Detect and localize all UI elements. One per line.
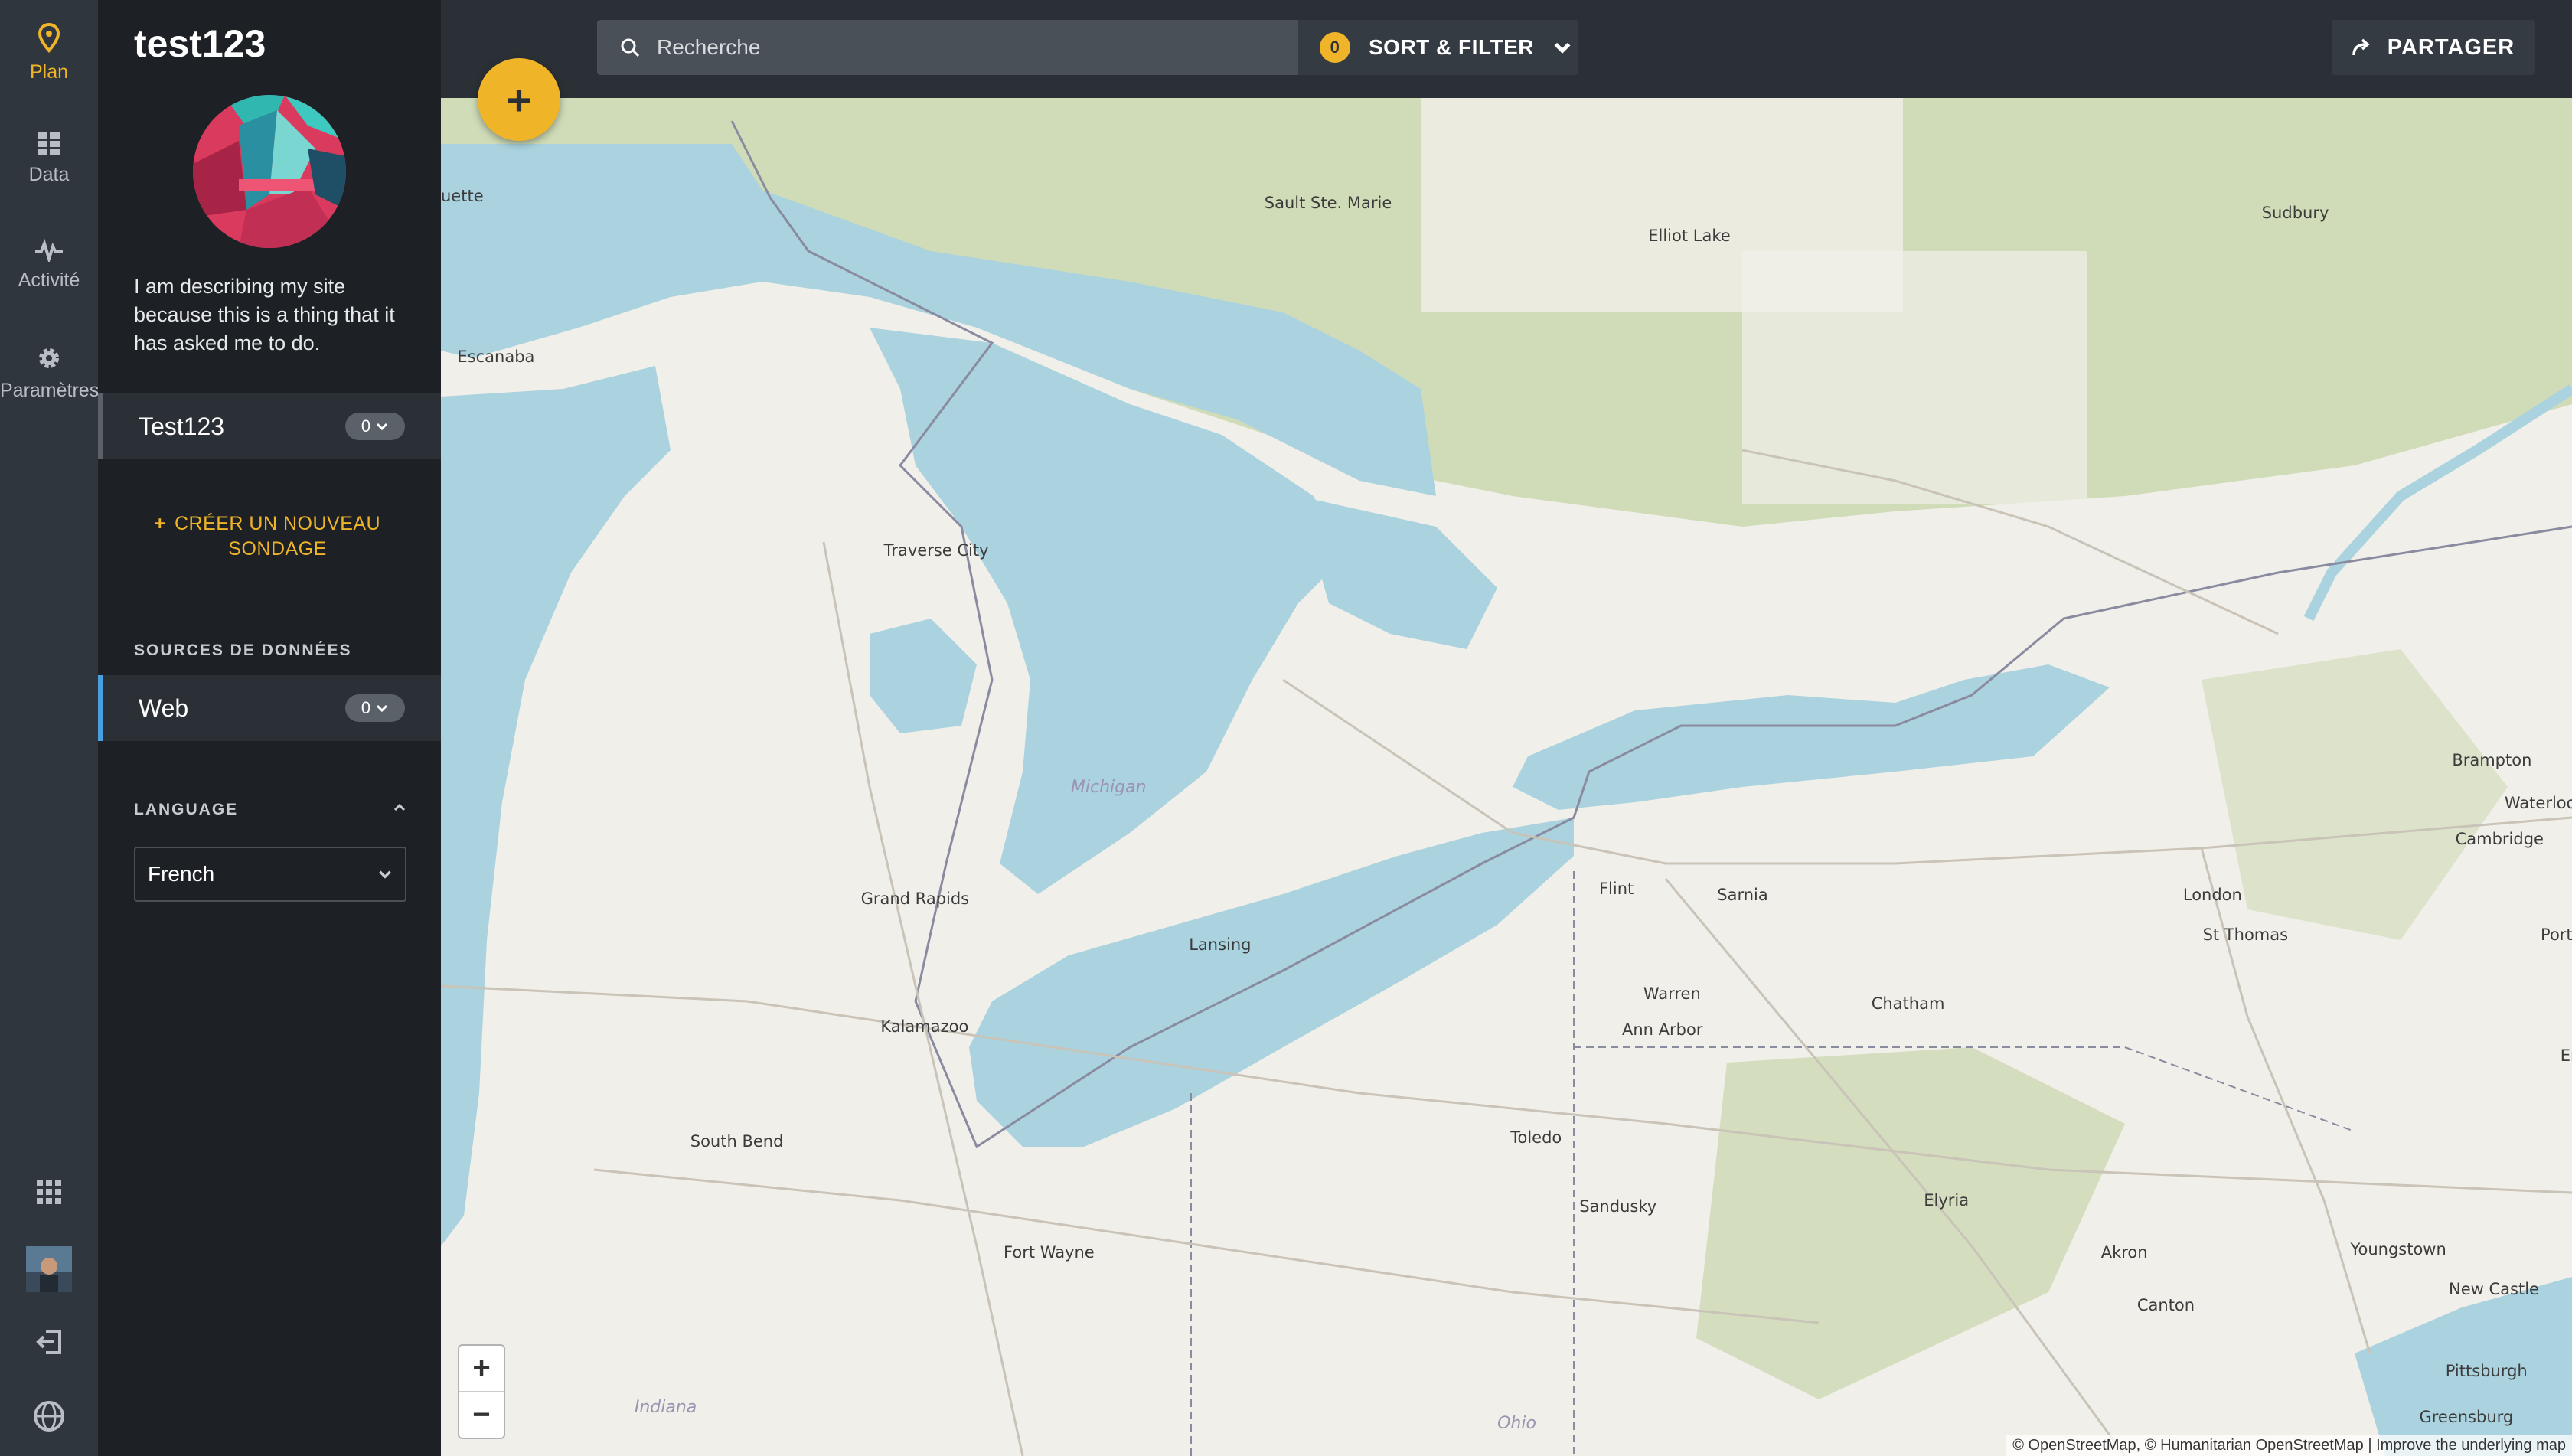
sort-filter-label: SORT & FILTER xyxy=(1369,35,1534,59)
map-pin-icon xyxy=(38,23,60,53)
map-view[interactable]: Sault Ste. MarieElliot LakeSudburyNorth … xyxy=(441,98,2572,1456)
share-button[interactable]: PARTAGER xyxy=(2332,20,2535,75)
chevron-down-icon xyxy=(377,423,388,431)
map-city-label: Waterloo xyxy=(2504,794,2572,813)
map-city-label: Elyria xyxy=(1924,1190,1970,1210)
rail-item-label: Activité xyxy=(18,269,80,291)
globe-button[interactable] xyxy=(0,1399,98,1433)
create-survey-button[interactable]: + CRÉER UN NOUVEAU SONDAGE xyxy=(98,511,441,562)
rail-item-label: Paramètres xyxy=(0,380,100,401)
map-city-label: Erie xyxy=(2560,1046,2572,1066)
language-heading[interactable]: LANGUAGE xyxy=(134,801,406,819)
grid-list-icon xyxy=(38,132,60,155)
language-select[interactable]: French xyxy=(134,847,406,902)
map-region-label: Indiana xyxy=(634,1397,697,1417)
create-survey-label: CRÉER UN NOUVEAU SONDAGE xyxy=(174,513,381,560)
survey-label: Test123 xyxy=(139,412,225,440)
filter-count-badge: 0 xyxy=(1320,32,1350,63)
chevron-down-icon xyxy=(1554,42,1571,54)
globe-icon xyxy=(34,1401,64,1432)
map-city-label: Fort Wayne xyxy=(1004,1243,1095,1262)
rail-item-label: Data xyxy=(28,164,70,185)
map-city-label: Sudbury xyxy=(2261,203,2329,222)
zoom-in-button[interactable]: + xyxy=(459,1346,504,1392)
survey-item-test123[interactable]: Test123 0 xyxy=(98,393,441,459)
map-city-label: Kalamazoo xyxy=(880,1017,969,1036)
site-avatar xyxy=(193,95,346,248)
chevron-up-icon xyxy=(393,803,406,811)
share-arrow-icon xyxy=(2352,38,2370,56)
web-count-badge[interactable]: 0 xyxy=(345,694,405,722)
language-value: French xyxy=(148,862,215,886)
map-city-label: Akron xyxy=(2100,1243,2148,1262)
top-bar: 0 SORT & FILTER PARTAGER xyxy=(441,0,2572,98)
map-city-label: London xyxy=(2182,886,2242,905)
data-sources-heading: SOURCES DE DONNÉES xyxy=(134,641,352,659)
rail-item-data[interactable]: Data xyxy=(0,130,98,186)
language-heading-label: LANGUAGE xyxy=(134,801,239,818)
chevron-down-icon xyxy=(379,870,391,879)
rail-item-label: Plan xyxy=(29,61,69,83)
map-city-label: Sarnia xyxy=(1717,886,1768,905)
site-title: test123 xyxy=(134,22,266,65)
apps-grid-button[interactable] xyxy=(0,1179,98,1205)
map-city-label: St Thomas xyxy=(2202,925,2289,944)
map-city-label: New Castle xyxy=(2449,1279,2539,1298)
sort-filter-button[interactable]: 0 SORT & FILTER xyxy=(1298,20,1578,75)
rail-item-plan[interactable]: Plan xyxy=(0,23,98,83)
map-city-label: South Bend xyxy=(690,1131,784,1151)
data-source-label: Web xyxy=(139,694,189,722)
map-city-label: Warren xyxy=(1643,984,1701,1003)
add-point-button[interactable]: + xyxy=(478,58,560,141)
zoom-control: + − xyxy=(458,1344,505,1439)
map-attribution[interactable]: © OpenStreetMap, © Humanitarian OpenStre… xyxy=(2006,1435,2572,1456)
map-city-label: Elliot Lake xyxy=(1648,226,1731,245)
map-city-label: Pittsburgh xyxy=(2445,1361,2528,1380)
map-city-label: Chatham xyxy=(1871,994,1945,1013)
user-avatar[interactable] xyxy=(0,1246,98,1292)
map-city-label: Sault Ste. Marie xyxy=(1264,193,1392,212)
search-input[interactable] xyxy=(657,35,1269,60)
search-box[interactable] xyxy=(597,20,1298,75)
logout-button[interactable] xyxy=(0,1329,98,1355)
map-city-label: Toledo xyxy=(1510,1128,1562,1147)
rail-item-activite[interactable]: Activité xyxy=(0,239,98,292)
gear-icon xyxy=(39,348,59,368)
pulse-icon xyxy=(35,239,63,262)
map-base-layer xyxy=(441,98,2572,1456)
site-panel: test123 I am describing my site because … xyxy=(98,0,441,1456)
map-city-label: Escanaba xyxy=(457,348,535,367)
data-source-web[interactable]: Web 0 xyxy=(98,675,441,741)
map-city-label: Flint xyxy=(1598,879,1634,898)
survey-count-badge[interactable]: 0 xyxy=(345,413,405,440)
search-icon xyxy=(621,38,640,57)
map-city-label: Lansing xyxy=(1189,935,1252,954)
map-city-label: Cambridge xyxy=(2455,830,2544,849)
rail-item-parametres[interactable]: Paramètres xyxy=(0,344,100,402)
user-avatar-image xyxy=(26,1246,72,1292)
chevron-down-icon xyxy=(377,704,388,713)
apps-grid-icon xyxy=(37,1180,61,1204)
site-avatar-image xyxy=(193,95,346,248)
map-region-label: Ohio xyxy=(1497,1414,1536,1434)
map-city-label: Sandusky xyxy=(1579,1197,1657,1216)
logout-icon xyxy=(36,1330,61,1354)
plus-icon: + xyxy=(154,513,166,534)
map-city-label: Brampton xyxy=(2452,751,2532,770)
web-count: 0 xyxy=(361,698,371,717)
site-description: I am describing my site because this is … xyxy=(134,275,395,354)
map-city-label: Traverse City xyxy=(883,541,989,560)
zoom-out-button[interactable]: − xyxy=(459,1392,504,1438)
share-label: PARTAGER xyxy=(2387,34,2515,60)
map-city-label: Ann Arbor xyxy=(1621,1020,1703,1039)
map-city-label: Grand Rapids xyxy=(860,889,970,908)
survey-count: 0 xyxy=(361,416,371,436)
map-city-label: Greensburg xyxy=(2419,1407,2514,1426)
map-city-label: Canton xyxy=(2136,1295,2195,1314)
map-city-label: uette xyxy=(441,187,484,206)
icon-rail: Plan Data Activité Paramètres xyxy=(0,0,100,1456)
map-city-label: Port Colborne xyxy=(2541,925,2572,944)
map-region-label: Michigan xyxy=(1070,777,1147,797)
map-city-label: Youngstown xyxy=(2350,1240,2446,1259)
